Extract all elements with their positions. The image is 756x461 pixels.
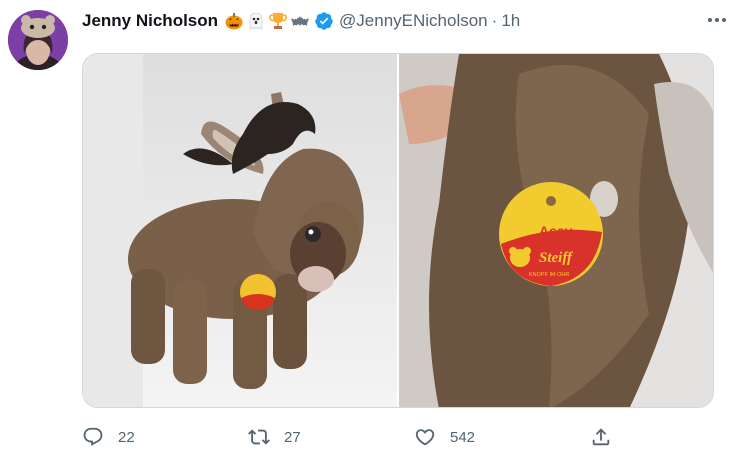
retweet-count: 27 [284, 428, 301, 446]
tweet-media: Assy Steiff KNOPF IM OHR [82, 53, 714, 408]
tweet-actions: 22 27 542 [82, 424, 642, 450]
retweet-button[interactable]: 27 [248, 424, 301, 450]
share-button[interactable] [590, 424, 612, 450]
tweet[interactable]: Jenny Nicholson @JennyENicholson · 1h As… [0, 0, 756, 461]
jack-o-lantern-icon [225, 13, 243, 30]
retweet-icon [248, 429, 270, 445]
author-display-name[interactable]: Jenny Nicholson [82, 11, 218, 31]
tag-text-assy: Assy [539, 223, 573, 239]
separator-dot: · [491, 11, 498, 30]
steiff-tag-closeup-photo: Assy Steiff KNOPF IM OHR [399, 54, 713, 407]
reply-icon [83, 427, 103, 446]
name-emojis [224, 11, 310, 31]
share-icon [592, 428, 610, 446]
like-count: 542 [450, 428, 476, 446]
timestamp[interactable]: 1h [501, 11, 520, 31]
verified-badge-icon [315, 12, 333, 30]
reply-count: 22 [118, 428, 135, 446]
photo-2[interactable]: Assy Steiff KNOPF IM OHR [399, 54, 713, 407]
more-dots-icon [708, 18, 726, 22]
avatar-image [8, 10, 68, 70]
tag-text-knopf: KNOPF IM OHR [529, 272, 569, 278]
author-handle[interactable]: @JennyENicholson [339, 11, 488, 31]
ghost-icon [249, 12, 263, 30]
heart-icon [415, 429, 435, 446]
photo-1[interactable] [83, 54, 397, 407]
donkey-plush-photo [83, 54, 397, 407]
tweet-header: Jenny Nicholson @JennyENicholson · 1h [82, 9, 736, 33]
avatar[interactable] [8, 10, 68, 70]
tag-text-steiff: Steiff [539, 250, 574, 266]
reply-button[interactable]: 22 [82, 424, 135, 450]
steiff-button-tag: Assy Steiff KNOPF IM OHR [499, 182, 603, 286]
more-options-button[interactable] [704, 10, 730, 30]
like-button[interactable]: 542 [414, 424, 475, 450]
bat-icon [291, 16, 310, 27]
trophy-icon [269, 13, 288, 29]
